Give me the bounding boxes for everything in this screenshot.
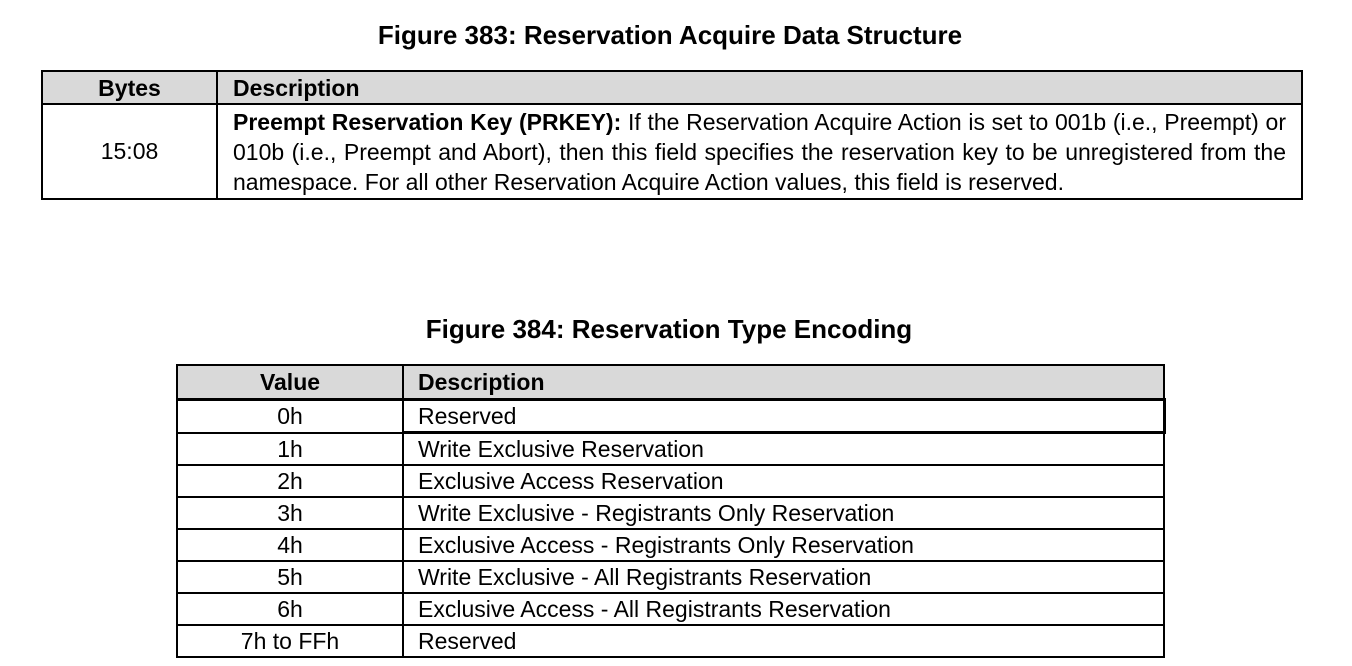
figure-383-title: Figure 383: Reservation Acquire Data Str… — [377, 20, 963, 50]
table-row: 4h Exclusive Access - Registrants Only R… — [176, 528, 1165, 562]
column-header-bytes: Bytes — [41, 70, 218, 105]
description-cell: Preempt Reservation Key (PRKEY): If the … — [216, 103, 1303, 200]
value-cell: 4h — [176, 528, 404, 562]
figure-384-title: Figure 384: Reservation Type Encoding — [425, 314, 913, 344]
table-row: 2h Exclusive Access Reservation — [176, 464, 1165, 498]
value-cell: 2h — [176, 464, 404, 498]
field-name: Preempt Reservation Key (PRKEY): — [233, 109, 622, 135]
description-cell: Reserved — [402, 624, 1165, 658]
reservation-acquire-data-structure-table: Bytes Description 15:08 Preempt Reservat… — [41, 70, 1303, 200]
table-row: 5h Write Exclusive - All Registrants Res… — [176, 560, 1165, 594]
description-cell: Exclusive Access Reservation — [402, 464, 1165, 498]
table-header-row: Value Description — [176, 364, 1165, 401]
table-row: 1h Write Exclusive Reservation — [176, 431, 1165, 466]
value-cell: 1h — [176, 431, 404, 466]
column-header-value: Value — [176, 364, 404, 401]
table-row: 3h Write Exclusive - Registrants Only Re… — [176, 496, 1165, 530]
column-header-description: Description — [402, 364, 1165, 401]
table-row: 6h Exclusive Access - All Registrants Re… — [176, 592, 1165, 626]
value-cell: 6h — [176, 592, 404, 626]
bytes-cell: 15:08 — [41, 103, 218, 200]
value-cell: 3h — [176, 496, 404, 530]
value-cell: 5h — [176, 560, 404, 594]
value-cell: 0h — [176, 398, 404, 434]
description-cell: Exclusive Access - Registrants Only Rese… — [402, 528, 1165, 562]
reservation-type-encoding-table: Value Description 0h Reserved 1h Write E… — [176, 364, 1166, 658]
description-cell: Write Exclusive - Registrants Only Reser… — [402, 496, 1165, 530]
table-header-row: Bytes Description — [41, 70, 1303, 105]
table-row: 15:08 Preempt Reservation Key (PRKEY): I… — [41, 103, 1303, 200]
description-cell: Reserved — [402, 398, 1166, 434]
column-header-description: Description — [216, 70, 1303, 105]
description-cell: Exclusive Access - All Registrants Reser… — [402, 592, 1165, 626]
table-row: 7h to FFh Reserved — [176, 624, 1165, 658]
value-cell: 7h to FFh — [176, 624, 404, 658]
description-cell: Write Exclusive Reservation — [402, 431, 1165, 466]
description-cell: Write Exclusive - All Registrants Reserv… — [402, 560, 1165, 594]
table-row: 0h Reserved — [176, 398, 1166, 434]
